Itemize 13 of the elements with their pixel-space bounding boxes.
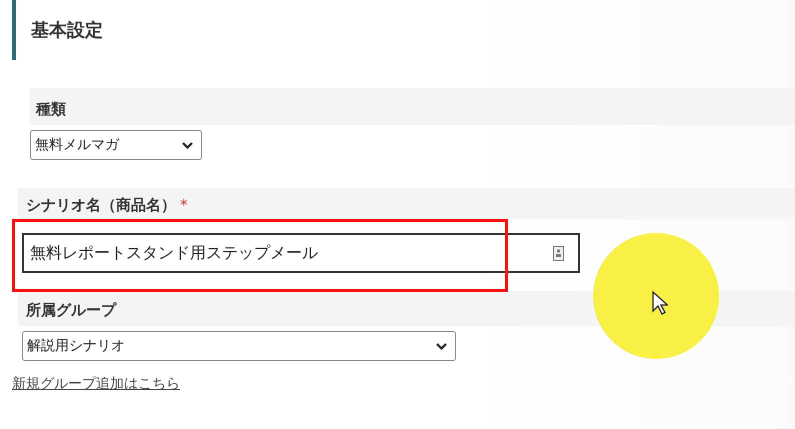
section-title: 基本設定 <box>12 0 795 60</box>
dropdown[interactable]: 無料メルマガ <box>30 130 202 160</box>
field-badge-icon <box>553 246 564 260</box>
caret-icon <box>436 342 447 350</box>
field-label: 種類 <box>36 100 66 119</box>
field-label: シナリオ名（商品名） <box>26 196 176 215</box>
field-label: 所属グループ <box>26 301 116 320</box>
add-group-link[interactable]: 新規グループ追加はこちら <box>12 375 180 393</box>
required-mark: * <box>180 196 188 215</box>
input-field[interactable]: 無料レポートスタンド用ステップメール <box>22 233 580 273</box>
dropdown[interactable]: 解説用シナリオ <box>22 331 456 361</box>
cursor-icon <box>652 291 668 315</box>
caret-icon <box>182 142 193 148</box>
